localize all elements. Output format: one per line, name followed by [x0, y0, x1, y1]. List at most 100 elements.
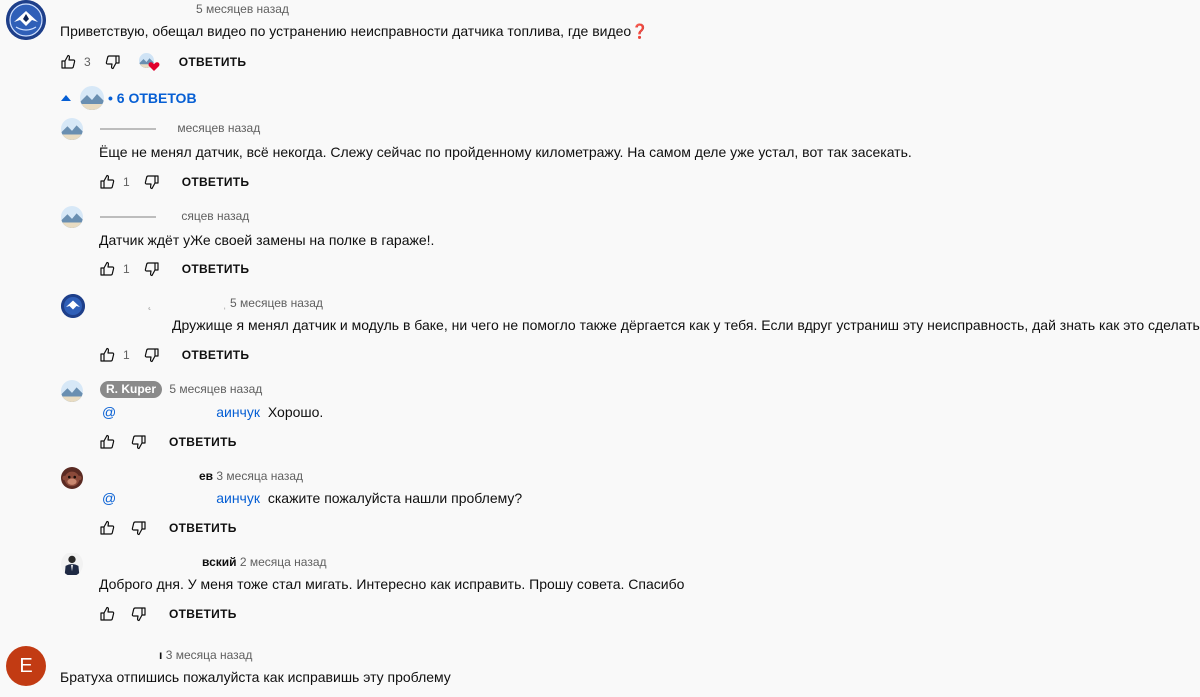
thumb-down-icon [131, 521, 146, 536]
reply-text: @ аинчук скажите пожалуйста нашли проблем… [102, 489, 522, 507]
reply-button[interactable]: ОТВЕТИТЬ [182, 348, 250, 362]
reply-author[interactable]: вский [202, 555, 237, 569]
person-avatar [61, 553, 83, 575]
reply-button[interactable]: ОТВЕТИТЬ [179, 55, 247, 69]
dislike-button[interactable] [131, 606, 147, 622]
creator-badge[interactable]: R. Kuper [100, 381, 163, 398]
top-comment-timestamp: 5 месяцев назад [196, 2, 289, 16]
reply-meta: сяцев назад [100, 209, 249, 223]
mention-link[interactable]: @ [102, 490, 116, 506]
reply-button[interactable]: ОТВЕТИТЬ [169, 435, 237, 449]
avatar-letter: E [19, 655, 33, 677]
thumb-down-icon [131, 435, 146, 450]
thumb-up-icon [61, 54, 76, 69]
reply-text: Доброго дня. У меня тоже стал мигать. Ин… [99, 576, 685, 592]
question-emoji: ❓ [631, 23, 649, 39]
reply-avatar[interactable] [61, 206, 83, 228]
reply-button[interactable]: ОТВЕТИТЬ [169, 521, 237, 535]
reply-meta: ев 3 месяца назад [199, 469, 303, 483]
reply-timestamp: 3 месяца назад [216, 469, 304, 483]
dislike-button[interactable] [144, 174, 160, 190]
dislike-button[interactable] [105, 54, 121, 70]
reply-text: Дружище я менял датчик и модуль в баке, … [172, 317, 1200, 333]
like-button[interactable] [99, 434, 115, 450]
reply-actions: 1 ОТВЕТИТЬ [99, 345, 249, 365]
top-comment-avatar[interactable] [6, 0, 46, 40]
replies-count-label: • 6 ОТВЕТОВ [108, 90, 197, 106]
reply-text: Датчик ждёт уЖе своей замены на полке в … [99, 232, 435, 248]
top-comment-body: Приветствую, обещал видео по устранению … [60, 23, 632, 39]
monkey-avatar [61, 467, 83, 489]
thumb-down-icon [131, 607, 146, 622]
emblem-icon [6, 0, 46, 40]
like-button[interactable] [99, 347, 115, 363]
reply-body: скажите пожалуйста нашли проблему? [267, 490, 523, 506]
dislike-button[interactable] [144, 261, 160, 277]
creator-heart-badge [138, 52, 161, 72]
reply-timestamp: месяцев назад [177, 121, 261, 135]
dislike-button[interactable] [144, 347, 160, 363]
reply-avatar[interactable] [61, 294, 85, 318]
dislike-button[interactable] [131, 434, 147, 450]
reply-body: Хорошо. [267, 404, 324, 420]
reply-button[interactable]: ОТВЕТИТЬ [182, 175, 250, 189]
like-button[interactable] [99, 606, 115, 622]
reply-meta: ˛ ˌ 5 месяцев назад [148, 296, 323, 310]
reply-button[interactable]: ОТВЕТИТЬ [182, 262, 250, 276]
like-button[interactable] [99, 261, 115, 277]
heart-icon [148, 62, 160, 71]
bottom-comment-meta: ı 3 месяца назад [159, 648, 252, 662]
like-button[interactable] [99, 174, 115, 190]
reply-meta: R. Kuper 5 месяцев назад [100, 381, 262, 398]
thumb-down-icon [105, 55, 120, 70]
reply-actions: 1 ОТВЕТИТЬ [99, 172, 249, 192]
thumb-up-icon [100, 261, 115, 276]
mention-link-tail[interactable]: аинчук [216, 404, 260, 420]
redacted-author [100, 127, 156, 130]
landscape-avatar [61, 380, 83, 402]
reply-actions: ОТВЕТИТЬ [99, 432, 237, 452]
redacted-author: ˛ [148, 296, 152, 310]
dislike-button[interactable] [131, 520, 147, 536]
thumb-up-icon [100, 606, 115, 621]
reply-author[interactable]: ев [199, 469, 213, 483]
top-comment-text: Приветствую, обещал видео по устранению … [60, 22, 649, 40]
thumb-up-icon [100, 347, 115, 362]
landscape-avatar [61, 118, 83, 140]
reply-avatar[interactable] [61, 467, 83, 489]
thumb-up-icon [100, 434, 115, 449]
thumb-up-icon [100, 174, 115, 189]
like-count: 1 [123, 262, 130, 276]
thumb-down-icon [144, 348, 159, 363]
reply-timestamp: 2 месяца назад [239, 555, 327, 569]
like-count: 1 [123, 175, 130, 189]
reply-meta: вский 2 месяца назад [202, 555, 327, 569]
reply-avatar[interactable] [61, 380, 83, 402]
thumb-down-icon [144, 262, 159, 277]
reply-avatar[interactable] [61, 552, 83, 576]
reply-text: Ёще не менял датчик, всё некогда. Слежу … [99, 144, 912, 160]
reply-timestamp: 5 месяцев назад [169, 382, 263, 396]
reply-button[interactable]: ОТВЕТИТЬ [169, 607, 237, 621]
reply-actions: 1 ОТВЕТИТЬ [99, 259, 249, 279]
mention-link[interactable]: @ [102, 404, 116, 420]
emblem-icon [61, 294, 85, 318]
mention-link-tail[interactable]: аинчук [216, 490, 260, 506]
landscape-avatar [80, 86, 104, 110]
top-comment-actions: 3 ОТВЕТИТЬ [60, 52, 246, 72]
reply-text: @ аинчук Хорошо. [102, 403, 323, 421]
like-button[interactable] [60, 54, 76, 70]
thumb-down-icon [144, 175, 159, 190]
reply-avatar[interactable] [61, 118, 83, 140]
replies-toggle[interactable]: • 6 ОТВЕТОВ [60, 86, 197, 110]
reply-actions: ОТВЕТИТЬ [99, 604, 237, 624]
like-count: 1 [123, 348, 130, 362]
triangle-up-icon [61, 95, 71, 101]
redacted-author: ı [159, 648, 163, 662]
like-count: 3 [84, 55, 91, 69]
like-button[interactable] [99, 520, 115, 536]
landscape-avatar [61, 206, 83, 228]
bottom-comment-text: Братуха отпишись пожалуйста как исправиш… [60, 669, 451, 685]
bottom-comment-avatar[interactable]: E [6, 646, 46, 686]
redacted-author [100, 215, 156, 218]
